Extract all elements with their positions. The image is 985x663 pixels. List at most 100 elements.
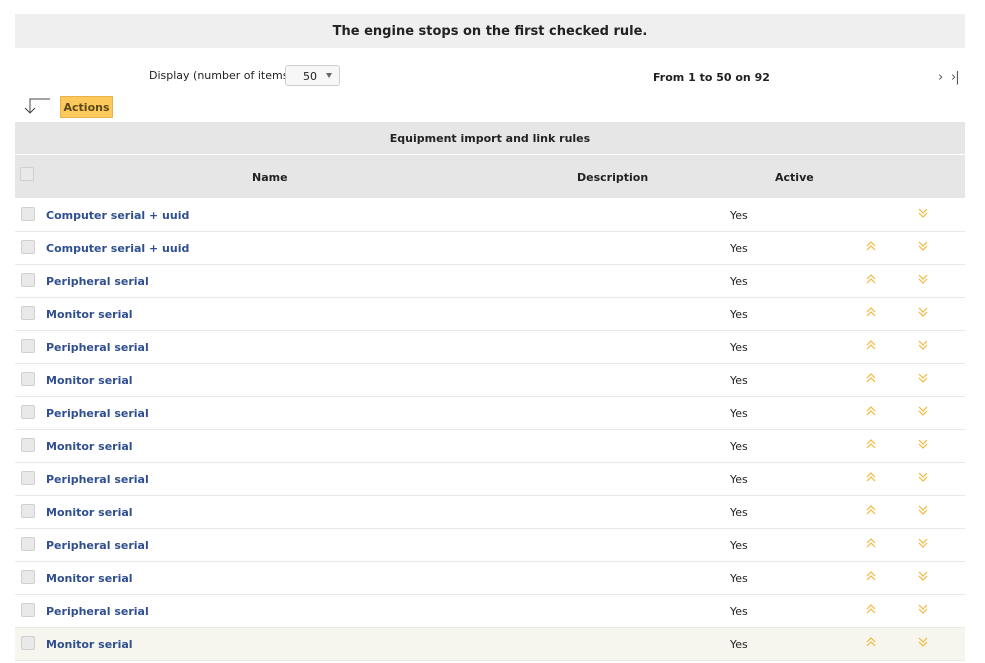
move-down-icon[interactable]	[918, 637, 928, 650]
rule-active-value: Yes	[730, 308, 748, 321]
rule-name-link[interactable]: Monitor serial	[46, 572, 133, 585]
last-page-button[interactable]: ›|	[951, 70, 960, 85]
dropdown-caret-icon	[326, 73, 332, 78]
rule-name-link[interactable]: Peripheral serial	[46, 539, 149, 552]
table-row: Computer serial + uuid Yes	[15, 199, 965, 232]
display-count-select[interactable]: 50	[285, 65, 340, 86]
move-up-icon[interactable]	[866, 373, 876, 386]
table-title: Equipment import and link rules	[15, 122, 965, 154]
table-row: Peripheral serial Yes	[15, 265, 965, 298]
rule-active-value: Yes	[730, 242, 748, 255]
table-row: Monitor serial Yes	[15, 628, 965, 661]
rule-active-value: Yes	[730, 506, 748, 519]
table-row: Peripheral serial Yes	[15, 529, 965, 562]
arrow-down-left-icon	[24, 98, 50, 114]
row-checkbox[interactable]	[21, 471, 35, 485]
move-down-icon[interactable]	[918, 241, 928, 254]
rule-active-value: Yes	[730, 341, 748, 354]
rule-active-value: Yes	[730, 275, 748, 288]
move-down-icon[interactable]	[918, 439, 928, 452]
row-checkbox[interactable]	[21, 438, 35, 452]
move-down-icon[interactable]	[918, 406, 928, 419]
row-checkbox[interactable]	[21, 240, 35, 254]
move-up-icon[interactable]	[866, 241, 876, 254]
move-down-icon[interactable]	[918, 538, 928, 551]
table-row: Monitor serial Yes	[15, 298, 965, 331]
move-down-icon[interactable]	[918, 307, 928, 320]
move-down-icon[interactable]	[918, 208, 928, 221]
table-row: Peripheral serial Yes	[15, 595, 965, 628]
move-up-icon[interactable]	[866, 571, 876, 584]
row-checkbox[interactable]	[21, 339, 35, 353]
table-row: Monitor serial Yes	[15, 364, 965, 397]
rule-active-value: Yes	[730, 209, 748, 222]
rule-name-link[interactable]: Peripheral serial	[46, 605, 149, 618]
rule-active-value: Yes	[730, 539, 748, 552]
move-down-icon[interactable]	[918, 340, 928, 353]
display-count-label: Display (number of items)	[149, 69, 293, 82]
rule-name-link[interactable]: Monitor serial	[46, 506, 133, 519]
rule-name-link[interactable]: Computer serial + uuid	[46, 242, 189, 255]
next-page-button[interactable]: ›	[938, 70, 943, 85]
rule-active-value: Yes	[730, 572, 748, 585]
move-up-icon[interactable]	[866, 406, 876, 419]
rule-active-value: Yes	[730, 374, 748, 387]
rule-active-value: Yes	[730, 407, 748, 420]
rule-active-value: Yes	[730, 440, 748, 453]
table-header: Name Description Active	[15, 155, 965, 198]
rule-name-link[interactable]: Computer serial + uuid	[46, 209, 189, 222]
row-checkbox[interactable]	[21, 372, 35, 386]
rule-name-link[interactable]: Peripheral serial	[46, 473, 149, 486]
row-checkbox[interactable]	[21, 603, 35, 617]
column-header-active[interactable]: Active	[775, 171, 814, 184]
move-down-icon[interactable]	[918, 505, 928, 518]
column-header-description[interactable]: Description	[577, 171, 648, 184]
table-row: Monitor serial Yes	[15, 430, 965, 463]
move-down-icon[interactable]	[918, 274, 928, 287]
table-row: Peripheral serial Yes	[15, 331, 965, 364]
table-row: Monitor serial Yes	[15, 562, 965, 595]
move-up-icon[interactable]	[866, 340, 876, 353]
move-up-icon[interactable]	[866, 604, 876, 617]
move-up-icon[interactable]	[866, 637, 876, 650]
rule-name-link[interactable]: Monitor serial	[46, 638, 133, 651]
row-checkbox[interactable]	[21, 207, 35, 221]
rule-active-value: Yes	[730, 473, 748, 486]
rule-active-value: Yes	[730, 605, 748, 618]
column-header-name[interactable]: Name	[252, 171, 288, 184]
move-down-icon[interactable]	[918, 472, 928, 485]
move-down-icon[interactable]	[918, 373, 928, 386]
rule-name-link[interactable]: Monitor serial	[46, 374, 133, 387]
move-down-icon[interactable]	[918, 604, 928, 617]
select-all-checkbox[interactable]	[20, 167, 34, 181]
move-up-icon[interactable]	[866, 505, 876, 518]
row-checkbox[interactable]	[21, 405, 35, 419]
table-row: Peripheral serial Yes	[15, 463, 965, 496]
row-checkbox[interactable]	[21, 570, 35, 584]
display-count-value: 50	[303, 70, 317, 83]
rules-table-body: Computer serial + uuid Yes Computer serial…	[15, 199, 965, 661]
rule-active-value: Yes	[730, 638, 748, 651]
move-down-icon[interactable]	[918, 571, 928, 584]
move-up-icon[interactable]	[866, 307, 876, 320]
row-checkbox[interactable]	[21, 636, 35, 650]
row-checkbox[interactable]	[21, 273, 35, 287]
row-checkbox[interactable]	[21, 537, 35, 551]
row-checkbox[interactable]	[21, 306, 35, 320]
rule-engine-notice: The engine stops on the first checked ru…	[15, 14, 965, 48]
actions-button[interactable]: Actions	[60, 96, 113, 118]
rule-name-link[interactable]: Peripheral serial	[46, 275, 149, 288]
move-up-icon[interactable]	[866, 439, 876, 452]
rule-name-link[interactable]: Peripheral serial	[46, 341, 149, 354]
rule-name-link[interactable]: Monitor serial	[46, 440, 133, 453]
move-up-icon[interactable]	[866, 538, 876, 551]
move-up-icon[interactable]	[866, 274, 876, 287]
rule-name-link[interactable]: Monitor serial	[46, 308, 133, 321]
rule-name-link[interactable]: Peripheral serial	[46, 407, 149, 420]
pagination-info: From 1 to 50 on 92	[653, 71, 770, 84]
row-checkbox[interactable]	[21, 504, 35, 518]
table-row: Monitor serial Yes	[15, 496, 965, 529]
table-row: Computer serial + uuid Yes	[15, 232, 965, 265]
move-up-icon[interactable]	[866, 472, 876, 485]
table-row: Peripheral serial Yes	[15, 397, 965, 430]
